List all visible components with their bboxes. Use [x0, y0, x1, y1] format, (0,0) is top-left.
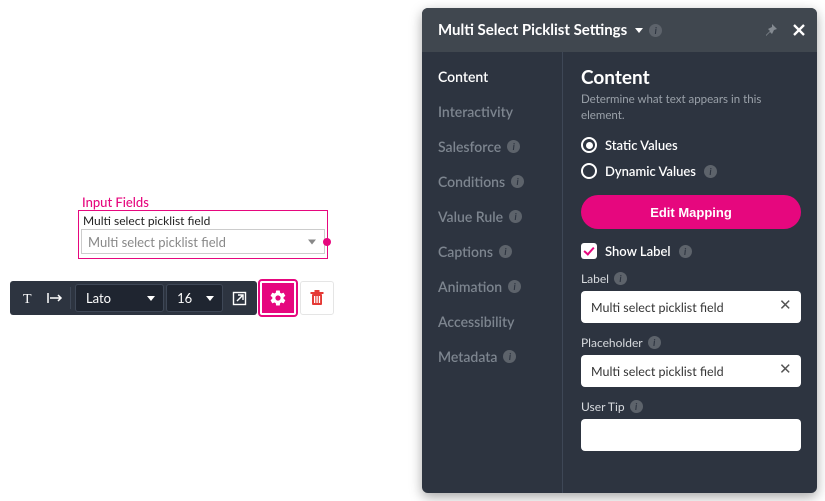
svg-text:T: T: [23, 292, 32, 306]
align-button[interactable]: [44, 284, 66, 312]
resize-handle-right[interactable]: [323, 238, 331, 246]
info-icon: i: [630, 400, 643, 413]
nav-interactivity[interactable]: Interactivity: [438, 103, 562, 120]
chevron-down-icon: [147, 296, 155, 301]
nav-value-rule[interactable]: Value Rulei: [438, 208, 562, 225]
open-external-button[interactable]: [225, 284, 253, 312]
font-size: 16: [177, 290, 192, 306]
text-style-button[interactable]: T: [14, 284, 42, 312]
field-placeholder[interactable]: Multi select picklist field: [81, 229, 325, 254]
nav-metadata[interactable]: Metadatai: [438, 348, 562, 365]
trash-icon: [309, 289, 325, 307]
panel-content: Content Determine what text appears in t…: [563, 52, 817, 493]
design-canvas: Input Fields Multi select picklist field…: [0, 0, 420, 501]
content-description: Determine what text appears in this elem…: [581, 92, 801, 123]
delete-button[interactable]: [300, 281, 334, 315]
nav-animation[interactable]: Animationi: [438, 278, 562, 295]
radio-icon: [581, 163, 597, 179]
info-icon: i: [614, 272, 627, 285]
element-toolbar: T Lato 16: [10, 281, 334, 315]
chevron-down-icon: [206, 296, 214, 301]
info-icon: i: [648, 336, 661, 349]
nav-accessibility[interactable]: Accessibility: [438, 313, 562, 330]
label-caption: Labeli: [581, 271, 801, 286]
field-label: Multi select picklist field: [81, 213, 325, 229]
gear-icon: [269, 289, 287, 307]
info-icon: i: [704, 165, 717, 178]
info-icon: i: [511, 175, 524, 188]
info-icon[interactable]: i: [649, 24, 662, 37]
show-label-checkbox[interactable]: Show Label i: [581, 243, 801, 259]
info-icon: i: [679, 245, 692, 258]
font-size-select[interactable]: 16: [166, 284, 223, 312]
nav-conditions[interactable]: Conditionsi: [438, 173, 562, 190]
radio-dynamic-values[interactable]: Dynamic Values i: [581, 163, 801, 179]
placeholder-caption: Placeholderi: [581, 335, 801, 350]
close-icon[interactable]: [791, 22, 807, 38]
info-icon: i: [499, 245, 512, 258]
checkbox-icon: [581, 243, 597, 259]
settings-panel: Multi Select Picklist Settings i Content…: [422, 8, 817, 493]
group-label: Input Fields: [82, 194, 149, 210]
radio-static-values[interactable]: Static Values: [581, 137, 801, 153]
edit-mapping-button[interactable]: Edit Mapping: [581, 195, 801, 229]
nav-captions[interactable]: Captionsi: [438, 243, 562, 260]
font-select[interactable]: Lato: [75, 284, 164, 312]
pin-icon[interactable]: [763, 22, 779, 38]
info-icon: i: [503, 350, 516, 363]
nav-content[interactable]: Content: [438, 68, 562, 85]
font-name: Lato: [86, 290, 111, 306]
label-input[interactable]: Multi select picklist field ✕: [581, 291, 801, 323]
selected-field-wrapper[interactable]: Multi select picklist field Multi select…: [78, 210, 328, 259]
radio-icon: [581, 137, 597, 153]
info-icon: i: [507, 140, 520, 153]
nav-salesforce[interactable]: Salesforcei: [438, 138, 562, 155]
panel-title: Multi Select Picklist Settings: [438, 21, 627, 39]
panel-header: Multi Select Picklist Settings i: [422, 8, 817, 52]
chevron-down-icon[interactable]: [635, 28, 643, 33]
clear-icon[interactable]: ✕: [779, 298, 793, 313]
placeholder-input[interactable]: Multi select picklist field ✕: [581, 355, 801, 387]
info-icon: i: [508, 280, 521, 293]
settings-button[interactable]: [260, 281, 296, 315]
info-icon: i: [509, 210, 522, 223]
user-tip-caption: User Tipi: [581, 399, 801, 414]
panel-side-nav: Content Interactivity Salesforcei Condit…: [422, 52, 562, 493]
content-heading: Content: [581, 66, 801, 89]
user-tip-input[interactable]: [581, 419, 801, 451]
clear-icon[interactable]: ✕: [779, 362, 793, 377]
